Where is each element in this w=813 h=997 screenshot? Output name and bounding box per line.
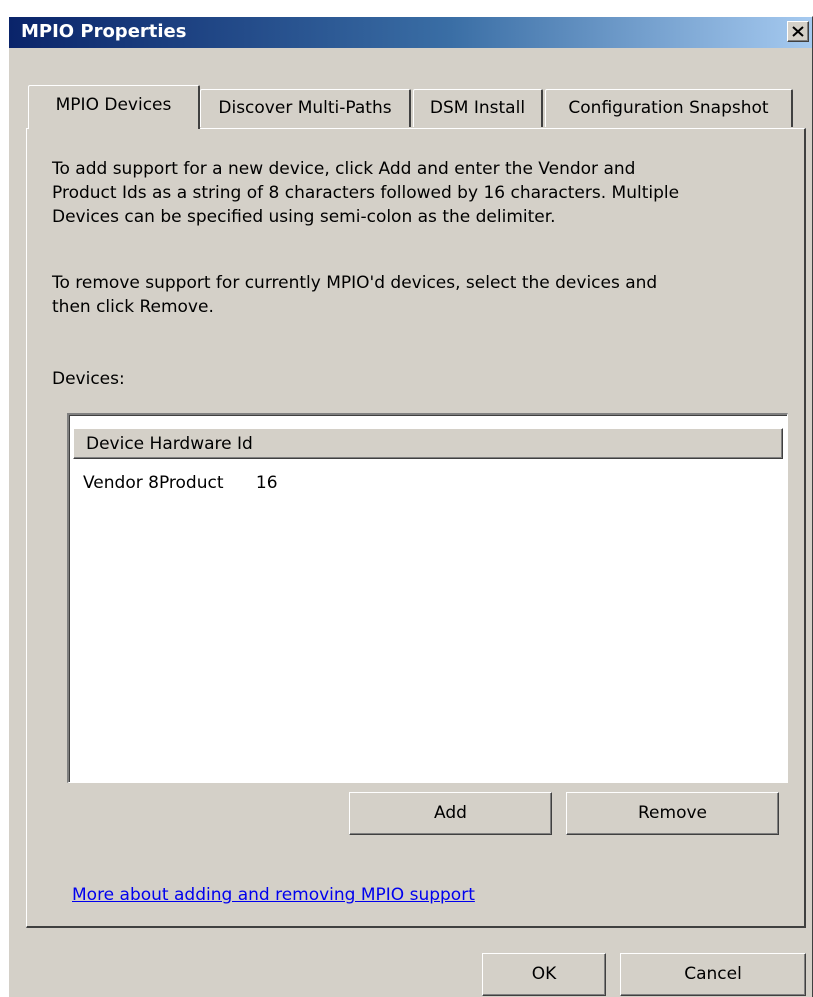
tab-dsm-install[interactable]: DSM Install bbox=[413, 89, 543, 127]
ok-button[interactable]: OK bbox=[482, 953, 606, 996]
tab-mpio-devices[interactable]: MPIO Devices bbox=[28, 85, 200, 129]
remove-instructions: To remove support for currently MPIO'd d… bbox=[52, 271, 657, 319]
mpio-properties-dialog: MPIO Properties MPIO Devices Discover Mu… bbox=[8, 16, 813, 997]
devices-label: Devices: bbox=[52, 369, 125, 389]
close-button[interactable] bbox=[787, 21, 809, 42]
devices-listview[interactable]: Device Hardware Id Vendor 8Product 16 bbox=[67, 413, 788, 783]
add-instructions: To add support for a new device, click A… bbox=[52, 157, 679, 229]
close-icon bbox=[788, 22, 808, 41]
cancel-button[interactable]: Cancel bbox=[620, 953, 806, 996]
column-header-label: Device Hardware Id bbox=[86, 434, 253, 454]
title-bar[interactable]: MPIO Properties bbox=[9, 17, 812, 48]
add-instructions-line: Devices can be specified using semi-colo… bbox=[52, 207, 556, 227]
remove-instructions-line: To remove support for currently MPIO'd d… bbox=[52, 273, 658, 293]
list-item[interactable]: Vendor 8Product 16 bbox=[83, 471, 278, 495]
tab-label: Discover Multi-Paths bbox=[218, 98, 392, 118]
remove-instructions-line: then click Remove. bbox=[52, 297, 214, 317]
tab-label: Configuration Snapshot bbox=[568, 98, 769, 118]
tab-label: DSM Install bbox=[429, 98, 526, 118]
help-link-mpio-support[interactable]: More about adding and removing MPIO supp… bbox=[72, 883, 475, 907]
tab-configuration-snapshot[interactable]: Configuration Snapshot bbox=[545, 89, 793, 127]
remove-button[interactable]: Remove bbox=[566, 792, 779, 835]
tab-label: MPIO Devices bbox=[55, 95, 172, 115]
window-title: MPIO Properties bbox=[21, 21, 187, 42]
tab-discover-multi-paths[interactable]: Discover Multi-Paths bbox=[200, 89, 411, 127]
column-header-device-hardware-id[interactable]: Device Hardware Id bbox=[73, 428, 783, 459]
add-instructions-line: Product Ids as a string of 8 characters … bbox=[52, 183, 680, 203]
add-instructions-line: To add support for a new device, click A… bbox=[52, 159, 636, 179]
add-button[interactable]: Add bbox=[349, 792, 552, 835]
